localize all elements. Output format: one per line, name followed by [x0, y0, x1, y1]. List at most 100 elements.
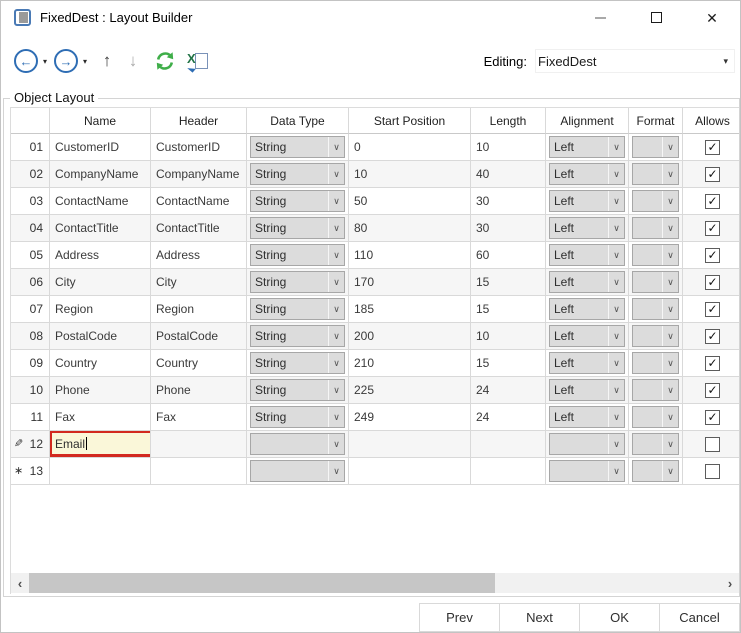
cell-start_position[interactable]: 0 [349, 134, 471, 161]
chevron-down-icon[interactable]: ∨ [608, 164, 624, 184]
format-dropdown[interactable]: ∨ [632, 136, 679, 158]
data_type-dropdown[interactable]: String∨ [250, 190, 345, 212]
horizontal-scrollbar[interactable]: ‹ › [11, 573, 739, 593]
cell-length[interactable]: 40 [471, 161, 546, 188]
column-header-length[interactable]: Length [471, 108, 546, 134]
data_type-dropdown[interactable]: String∨ [250, 136, 345, 158]
row-header-01[interactable]: 01 [11, 134, 50, 161]
cell-length[interactable]: 15 [471, 296, 546, 323]
chevron-down-icon[interactable]: ∨ [328, 218, 344, 238]
alignment-dropdown[interactable]: Left∨ [549, 163, 625, 185]
format-dropdown[interactable]: ∨ [632, 217, 679, 239]
cell-start_position[interactable] [349, 431, 471, 458]
cell-header[interactable]: PostalCode [151, 323, 247, 350]
row-header-09[interactable]: 09 [11, 350, 50, 377]
chevron-down-icon[interactable]: ∨ [328, 299, 344, 319]
chevron-down-icon[interactable]: ∨ [608, 461, 624, 481]
format-dropdown[interactable]: ∨ [632, 433, 679, 455]
allows-checkbox[interactable]: ✓ [705, 221, 720, 236]
chevron-down-icon[interactable]: ∨ [608, 272, 624, 292]
cell-header[interactable]: CustomerID [151, 134, 247, 161]
cell-start_position[interactable]: 200 [349, 323, 471, 350]
prev-button[interactable]: Prev [419, 603, 500, 632]
forward-button[interactable]: → [54, 49, 78, 73]
allows-checkbox[interactable]: ✓ [705, 194, 720, 209]
alignment-dropdown[interactable]: Left∨ [549, 244, 625, 266]
cancel-button[interactable]: Cancel [659, 603, 740, 632]
alignment-dropdown[interactable]: Left∨ [549, 217, 625, 239]
cell-name[interactable]: Email [50, 431, 151, 458]
chevron-down-icon[interactable]: ∨ [608, 407, 624, 427]
cell-length[interactable]: 15 [471, 269, 546, 296]
back-dropdown-button[interactable]: ▾ [43, 57, 47, 66]
chevron-down-icon[interactable]: ∨ [608, 245, 624, 265]
cell-name[interactable]: City [50, 269, 151, 296]
move-down-button[interactable]: ↓ [124, 51, 142, 71]
cell-header[interactable]: Address [151, 242, 247, 269]
format-dropdown[interactable]: ∨ [632, 298, 679, 320]
cell-name[interactable]: Address [50, 242, 151, 269]
cell-start_position[interactable]: 225 [349, 377, 471, 404]
column-header-format[interactable]: Format [629, 108, 683, 134]
title-bar[interactable]: FixedDest : Layout Builder ✕ [1, 1, 740, 34]
allows-checkbox[interactable]: ✓ [705, 167, 720, 182]
close-button[interactable]: ✕ [684, 1, 740, 34]
row-header-04[interactable]: 04 [11, 215, 50, 242]
data_type-dropdown[interactable]: String∨ [250, 163, 345, 185]
cell-start_position[interactable]: 170 [349, 269, 471, 296]
next-button[interactable]: Next [499, 603, 580, 632]
format-dropdown[interactable]: ∨ [632, 460, 679, 482]
allows-checkbox[interactable]: ✓ [705, 302, 720, 317]
alignment-dropdown[interactable]: Left∨ [549, 406, 625, 428]
format-dropdown[interactable]: ∨ [632, 190, 679, 212]
cell-start_position[interactable]: 110 [349, 242, 471, 269]
chevron-down-icon[interactable]: ∨ [662, 434, 678, 454]
chevron-down-icon[interactable]: ∨ [328, 434, 344, 454]
cell-header[interactable]: Region [151, 296, 247, 323]
alignment-dropdown[interactable]: Left∨ [549, 352, 625, 374]
format-dropdown[interactable]: ∨ [632, 406, 679, 428]
row-header-11[interactable]: 11 [11, 404, 50, 431]
cell-name[interactable]: ContactName [50, 188, 151, 215]
scroll-right-icon[interactable]: › [721, 576, 739, 591]
move-up-button[interactable]: ↑ [98, 51, 116, 71]
cell-header[interactable]: Phone [151, 377, 247, 404]
chevron-down-icon[interactable]: ∨ [608, 191, 624, 211]
row-header-02[interactable]: 02 [11, 161, 50, 188]
editing-dropdown[interactable]: FixedDest ▾ [535, 49, 735, 73]
chevron-down-icon[interactable]: ∨ [662, 407, 678, 427]
back-button[interactable]: ← [14, 49, 38, 73]
chevron-down-icon[interactable]: ∨ [328, 326, 344, 346]
chevron-down-icon[interactable]: ∨ [328, 353, 344, 373]
scrollbar-thumb[interactable] [29, 573, 495, 593]
ok-button[interactable]: OK [579, 603, 660, 632]
row-header-08[interactable]: 08 [11, 323, 50, 350]
export-excel-button[interactable]: X [187, 52, 208, 71]
forward-dropdown-button[interactable]: ▾ [83, 57, 87, 66]
alignment-dropdown[interactable]: Left∨ [549, 298, 625, 320]
cell-header[interactable]: Country [151, 350, 247, 377]
chevron-down-icon[interactable]: ∨ [328, 164, 344, 184]
row-header-06[interactable]: 06 [11, 269, 50, 296]
data_type-dropdown[interactable]: String∨ [250, 244, 345, 266]
column-header-allows[interactable]: Allows [683, 108, 739, 134]
alignment-dropdown[interactable]: Left∨ [549, 136, 625, 158]
row-header-05[interactable]: 05 [11, 242, 50, 269]
allows-checkbox[interactable]: ✓ [705, 356, 720, 371]
data_type-dropdown[interactable]: String∨ [250, 217, 345, 239]
chevron-down-icon[interactable]: ∨ [662, 353, 678, 373]
chevron-down-icon[interactable]: ∨ [608, 137, 624, 157]
row-header-12[interactable]: ✎12 [11, 431, 50, 458]
cell-name[interactable]: ContactTitle [50, 215, 151, 242]
alignment-dropdown[interactable]: Left∨ [549, 190, 625, 212]
cell-length[interactable]: 15 [471, 350, 546, 377]
chevron-down-icon[interactable]: ∨ [662, 191, 678, 211]
cell-header[interactable] [151, 458, 247, 485]
cell-length[interactable]: 24 [471, 377, 546, 404]
data_type-dropdown[interactable]: String∨ [250, 298, 345, 320]
cell-name[interactable] [50, 458, 151, 485]
allows-checkbox[interactable] [705, 464, 720, 479]
allows-checkbox[interactable]: ✓ [705, 248, 720, 263]
cell-length[interactable]: 30 [471, 188, 546, 215]
chevron-down-icon[interactable]: ∨ [328, 272, 344, 292]
